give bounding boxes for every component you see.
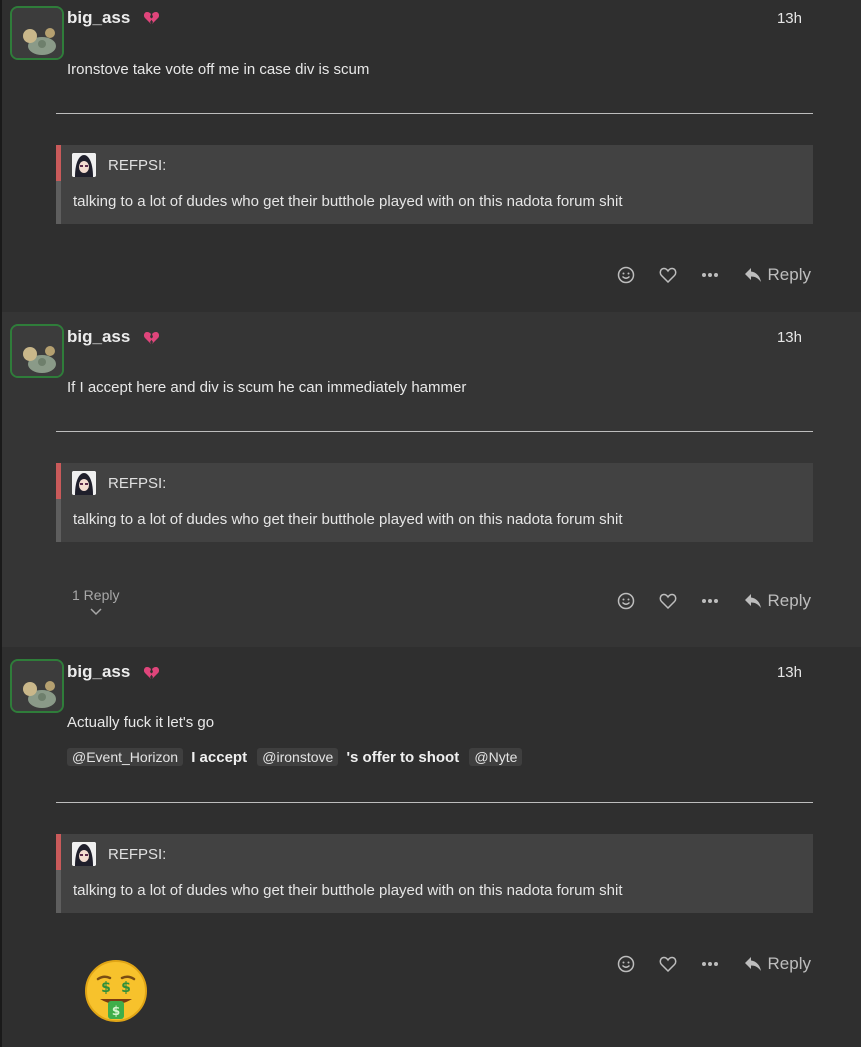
divider [56,802,813,803]
user-avatar[interactable] [10,324,64,378]
mention-event-horizon[interactable]: @Event_Horizon [67,748,184,766]
post-2: big_ass 13h If I accept here and div is … [2,312,861,647]
chevron-down-icon [90,608,102,616]
quote-text: talking to a lot of dudes who get their … [73,193,623,210]
heart-outline-icon[interactable] [658,954,678,974]
username[interactable]: big_ass [67,327,130,347]
reply-label: Reply [767,265,811,284]
post-time[interactable]: 13h [777,329,802,346]
mention-nyte[interactable]: @Nyte [469,748,523,766]
username[interactable]: big_ass [67,8,130,28]
post-3: big_ass 13h Actually fuck it let's go @E… [2,647,861,1047]
quote-text: talking to a lot of dudes who get their … [73,511,623,528]
broken-heart-icon [143,332,159,344]
smiley-icon[interactable] [616,954,636,974]
bold-text-accept: I accept [191,749,248,766]
divider [56,113,813,114]
ellipsis-icon[interactable] [700,265,720,285]
ellipsis-icon[interactable] [700,954,720,974]
quote-author[interactable]: REFPSI: [108,846,166,863]
svg-text:$: $ [121,980,131,996]
quote-header: REFPSI: [72,842,166,866]
quote-header: REFPSI: [72,153,166,177]
quote-bar-lower [56,181,61,224]
reply-button[interactable]: Reply [744,591,811,611]
post-1: big_ass 13h Ironstove take vote off me i… [2,0,861,312]
reply-button[interactable]: Reply [744,954,811,974]
reply-arrow-icon [744,268,761,282]
quote-avatar[interactable] [72,153,96,177]
reply-arrow-icon [744,594,761,608]
heart-outline-icon[interactable] [658,591,678,611]
ellipsis-icon[interactable] [700,591,720,611]
reply-button[interactable]: Reply [744,265,811,285]
bold-text-offer: 's offer to shoot [346,749,460,766]
post-mentions-line: @Event_Horizon I accept @ironstove 's of… [67,748,526,766]
user-avatar[interactable] [10,6,64,60]
quote-bar-lower [56,870,61,913]
divider [56,431,813,432]
broken-heart-icon [143,12,159,24]
quote-avatar[interactable] [72,842,96,866]
money-mouth-face-icon: $ $ $ [85,960,147,1022]
replies-toggle[interactable]: 1 Reply [72,587,119,619]
user-avatar[interactable] [10,659,64,713]
broken-heart-icon [143,667,159,679]
post-time[interactable]: 13h [777,10,802,27]
quote-block: REFPSI: talking to a lot of dudes who ge… [56,463,813,542]
quote-header: REFPSI: [72,471,166,495]
post-text: Actually fuck it let's go [67,714,215,731]
quote-text: talking to a lot of dudes who get their … [73,882,623,899]
post-text: If I accept here and div is scum he can … [67,379,467,396]
username[interactable]: big_ass [67,662,130,682]
post-text: Ironstove take vote off me in case div i… [67,61,370,78]
quote-block: REFPSI: talking to a lot of dudes who ge… [56,145,813,224]
heart-outline-icon[interactable] [658,265,678,285]
post-time[interactable]: 13h [777,664,802,681]
quote-bar-lower [56,499,61,542]
mention-ironstove[interactable]: @ironstove [257,748,339,766]
reply-label: Reply [767,954,811,973]
smiley-icon[interactable] [616,591,636,611]
reply-arrow-icon [744,957,761,971]
smiley-icon[interactable] [616,265,636,285]
reply-label: Reply [767,591,811,610]
quote-author[interactable]: REFPSI: [108,157,166,174]
post-actions: Reply [594,591,811,611]
svg-text:$: $ [112,1004,120,1018]
post-actions: Reply [594,954,811,974]
quote-author[interactable]: REFPSI: [108,475,166,492]
quote-avatar[interactable] [72,471,96,495]
svg-text:$: $ [101,980,111,996]
replies-count: 1 Reply [72,587,120,603]
post-actions: Reply [594,265,811,285]
quote-block: REFPSI: talking to a lot of dudes who ge… [56,834,813,913]
